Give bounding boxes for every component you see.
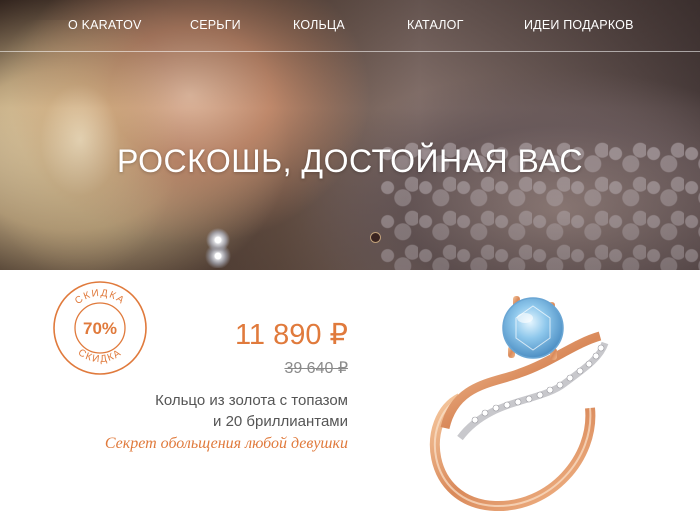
earring-image [204,228,232,268]
nav-item-rings[interactable]: КОЛЬЦА [293,18,345,32]
nav-item-about[interactable]: О KARATOV [68,18,142,32]
product-description-line2: и 20 бриллиантами [213,413,348,430]
top-nav: О KARATOV СЕРЬГИ КОЛЬЦА КАТАЛОГ ИДЕИ ПОД… [0,0,700,52]
badge-top-text: СКИДКА [73,288,127,307]
product-slogan: Секрет обольщения любой девушки [104,435,348,452]
discount-badge: СКИДКА СКИДКА 70% [53,281,147,375]
badge-discount-value: 70% [83,319,117,338]
product-description-line1: Кольцо из золота с топазом [155,392,348,409]
hero-title: РОСКОШЬ, ДОСТОЙНАЯ ВАС [116,143,583,179]
hero-banner: О KARATOV СЕРЬГИ КОЛЬЦА КАТАЛОГ ИДЕИ ПОД… [0,0,700,270]
nav-item-earrings[interactable]: СЕРЬГИ [190,18,241,32]
price-new: 11 890 ₽ [234,319,348,351]
price-old: 39 640 ₽ [284,360,348,377]
pendant-image [371,233,380,242]
nav-item-gift-ideas[interactable]: ИДЕИ ПОДАРКОВ [524,18,634,32]
nav-divider [0,51,700,52]
badge-bottom-text: СКИДКА [76,347,124,365]
ring-product-image[interactable] [400,288,630,513]
landing-page: О KARATOV СЕРЬГИ КОЛЬЦА КАТАЛОГ ИДЕИ ПОД… [0,0,700,517]
nav-item-catalog[interactable]: КАТАЛОГ [407,18,464,32]
